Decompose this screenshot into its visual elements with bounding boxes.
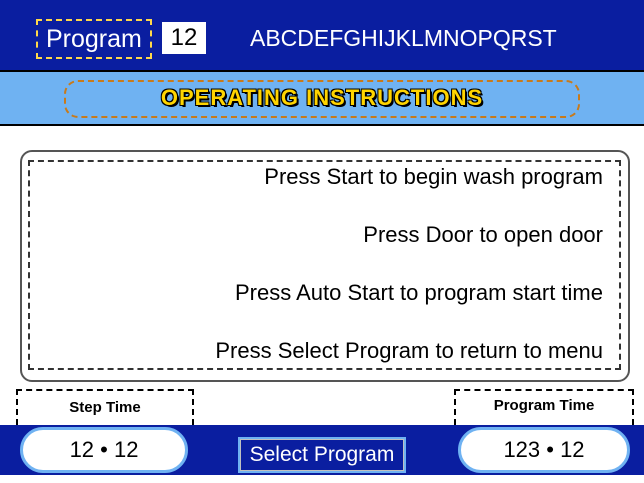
header-bar: Program 12 ABCDEFGHIJKLMNOPQRST bbox=[0, 0, 644, 70]
select-program-button[interactable]: Select Program bbox=[238, 437, 406, 473]
page-title: OPERATING INSTRUCTIONS bbox=[160, 85, 484, 110]
instruction-start: Press Start to begin wash program bbox=[264, 164, 603, 189]
instructions-panel: Press Start to begin wash program Press … bbox=[20, 150, 630, 382]
instructions-frame: Press Start to begin wash program Press … bbox=[28, 160, 621, 370]
title-banner: OPERATING INSTRUCTIONS bbox=[0, 70, 644, 126]
instruction-door: Press Door to open door bbox=[363, 222, 603, 247]
program-name: ABCDEFGHIJKLMNOPQRST bbox=[250, 25, 557, 51]
footer-bar: 12 • 12 Select Program 123 • 12 bbox=[0, 425, 644, 475]
program-number: 12 bbox=[162, 22, 206, 54]
step-time-display: 12 • 12 bbox=[20, 427, 188, 473]
instruction-select-program: Press Select Program to return to menu bbox=[215, 338, 603, 363]
instruction-auto-start: Press Auto Start to program start time bbox=[234, 280, 603, 305]
program-time-display: 123 • 12 bbox=[458, 427, 630, 473]
program-time-label: Program Time bbox=[454, 389, 634, 425]
program-label: Program bbox=[36, 19, 152, 59]
operating-instructions-screen: Program 12 ABCDEFGHIJKLMNOPQRST OPERATIN… bbox=[0, 0, 644, 483]
step-time-label: Step Time bbox=[16, 389, 194, 425]
